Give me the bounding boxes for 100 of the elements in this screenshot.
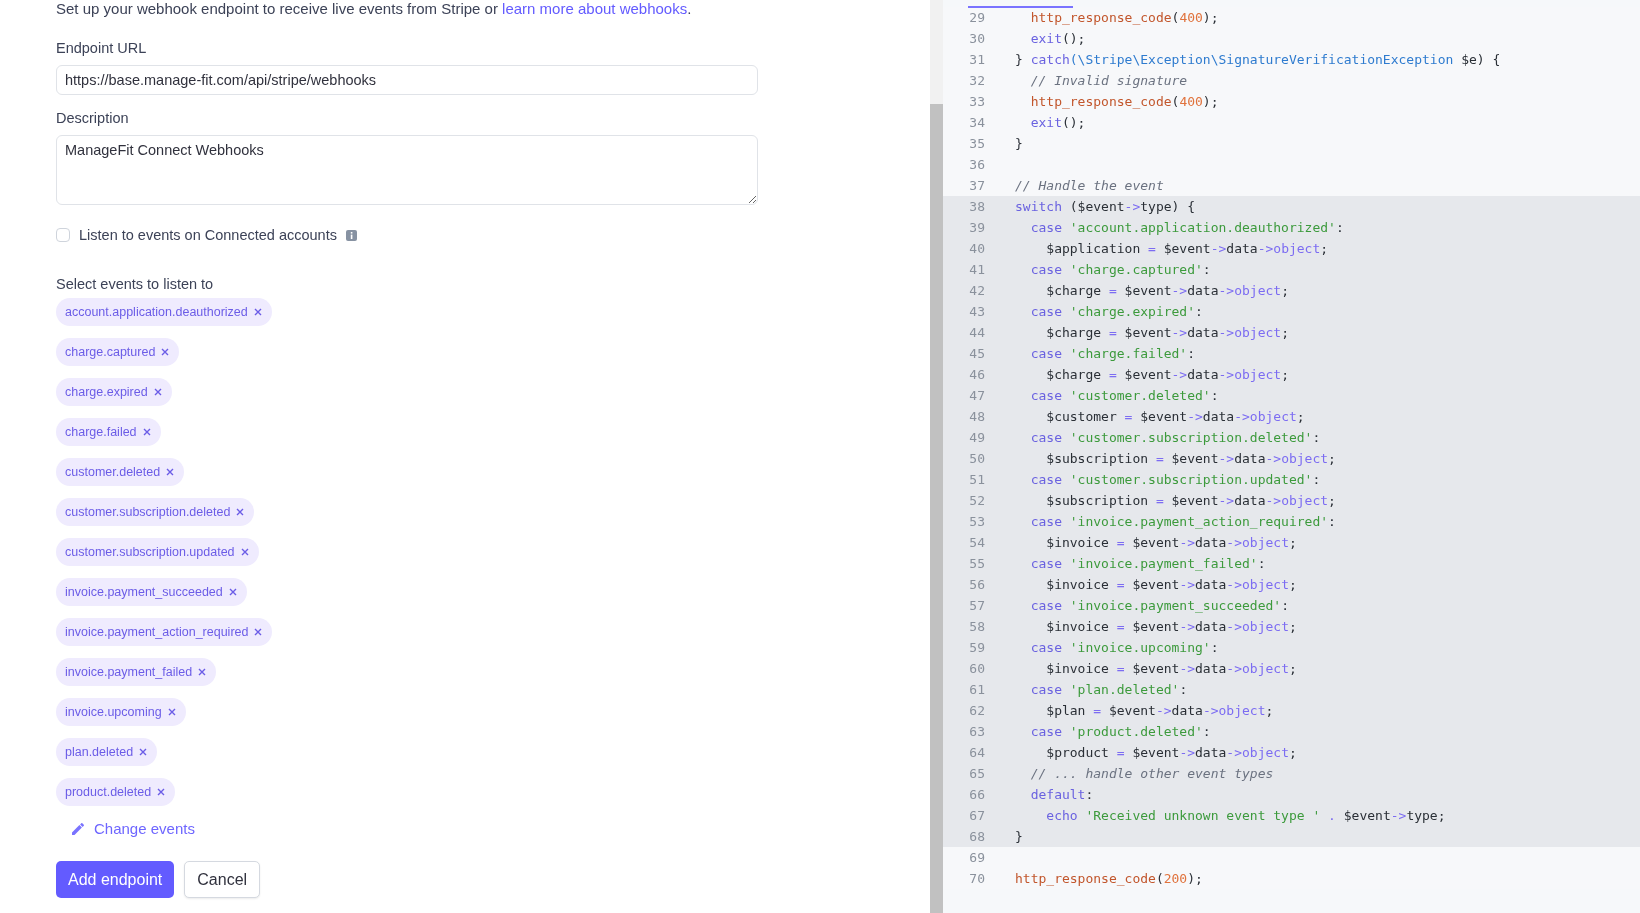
line-number: 69 <box>968 850 985 865</box>
line-number: 66 <box>968 787 985 802</box>
code-line: http_response_code(400); <box>1029 94 1219 109</box>
code-line: $product = $event->data->object; <box>1045 745 1297 760</box>
code-line: case 'charge.captured': <box>1029 262 1211 277</box>
close-icon[interactable] <box>161 348 170 356</box>
description-field[interactable]: ManageFit Connect Webhooks <box>56 135 758 205</box>
line-number: 42 <box>968 283 985 298</box>
code-line: $plan = $event->data->object; <box>1045 703 1274 718</box>
intro-text: Set up your webhook endpoint to receive live events from Stripe or learn more about webhooks. <box>56 0 693 18</box>
line-number: 63 <box>968 724 985 739</box>
field-label: Description <box>56 110 130 127</box>
code-line: case 'account.application.deauthorized': <box>1029 220 1344 235</box>
line-number: 38 <box>968 199 985 214</box>
line-number: 67 <box>968 808 985 823</box>
close-icon[interactable] <box>236 508 245 516</box>
close-icon[interactable] <box>153 388 162 396</box>
code-line: // ... handle other event types <box>1029 766 1274 781</box>
line-number: 39 <box>968 220 985 235</box>
event-tag: customer.subscription.deleted <box>56 498 255 526</box>
line-number: 45 <box>968 346 985 361</box>
line-number: 29 <box>968 10 985 25</box>
line-number: 64 <box>968 745 985 760</box>
event-tag: customer.subscription.updated <box>56 538 259 566</box>
event-tag: charge.captured <box>56 338 180 366</box>
change-events-link[interactable]: Change events <box>94 820 195 837</box>
event-tag: charge.expired <box>56 378 172 406</box>
line-number: 54 <box>968 535 985 550</box>
code-line: switch ($event->type) { <box>1015 199 1196 214</box>
line-number: 56 <box>968 577 985 592</box>
close-icon[interactable] <box>254 628 263 636</box>
line-number: 59 <box>968 640 985 655</box>
close-icon[interactable] <box>240 548 249 556</box>
code-line: case 'charge.expired': <box>1029 304 1203 319</box>
code-line: } <box>1015 136 1023 151</box>
code-line: $invoice = $event->data->object; <box>1045 535 1297 550</box>
event-tag: invoice.payment_succeeded <box>56 578 247 606</box>
line-number: 61 <box>968 682 985 697</box>
checkbox-label: Listen to events on Connected accounts <box>79 227 337 243</box>
line-number: 60 <box>968 661 985 676</box>
code-line: } catch(\Stripe\Exception\SignatureVerificationException $e) { <box>1015 52 1501 67</box>
line-number: 68 <box>968 829 985 844</box>
code-line: $customer = $event->data->object; <box>1045 409 1305 424</box>
line-number: 70 <box>968 871 985 886</box>
line-number: 35 <box>968 136 985 151</box>
close-icon[interactable] <box>142 428 151 436</box>
line-number: 41 <box>968 262 985 277</box>
info-icon <box>345 229 357 241</box>
line-number: 30 <box>968 31 985 46</box>
code-line: exit(); <box>1029 31 1086 46</box>
code-line: case 'customer.subscription.deleted': <box>1029 430 1321 445</box>
event-tag: invoice.payment_failed <box>56 658 217 686</box>
line-number: 31 <box>968 52 985 67</box>
code-line: $charge = $event->data->object; <box>1045 325 1289 340</box>
event-tag: plan.deleted <box>56 738 158 766</box>
line-number: 48 <box>968 409 985 424</box>
event-tag: invoice.upcoming <box>56 698 186 726</box>
line-number: 50 <box>968 451 985 466</box>
line-number: 34 <box>968 115 985 130</box>
add-endpoint-button[interactable]: Add endpoint <box>56 861 175 898</box>
close-icon[interactable] <box>198 668 207 676</box>
close-icon[interactable] <box>139 748 148 756</box>
close-icon[interactable] <box>167 708 176 716</box>
url-input-field[interactable]: https://base.manage-fit.com/api/stripe/webhooks <box>56 65 758 95</box>
code-line: $invoice = $event->data->object; <box>1045 577 1297 592</box>
close-icon[interactable] <box>157 788 166 796</box>
line-number: 43 <box>968 304 985 319</box>
checkbox[interactable] <box>56 228 70 242</box>
code-line: $application = $event->data->object; <box>1045 241 1329 256</box>
code-line: case 'customer.subscription.updated': <box>1029 472 1321 487</box>
code-line: // Handle the event <box>1015 178 1164 193</box>
code-line: } <box>1015 829 1023 844</box>
code-line: case 'product.deleted': <box>1029 724 1211 739</box>
close-icon[interactable] <box>253 308 262 316</box>
event-tag: account.application.deauthorized <box>56 298 272 326</box>
event-tag: product.deleted <box>56 778 176 806</box>
line-number: 37 <box>968 178 985 193</box>
line-number: 51 <box>968 472 985 487</box>
code-line: case 'customer.deleted': <box>1029 388 1219 403</box>
code-line: default: <box>1029 787 1094 802</box>
code-line: case 'plan.deleted': <box>1029 682 1188 697</box>
code-line: echo 'Received unknown event type ' . $event->type; <box>1045 808 1446 823</box>
code-line: exit(); <box>1029 115 1086 130</box>
close-icon[interactable] <box>228 588 237 596</box>
line-number: 53 <box>968 514 985 529</box>
code-line: // Invalid signature <box>1029 73 1188 88</box>
code-line: http_response_code(200); <box>1015 871 1203 886</box>
line-number: 52 <box>968 493 985 508</box>
close-icon[interactable] <box>166 468 175 476</box>
code-line: $subscription = $event->data->object; <box>1045 493 1336 508</box>
field-label: Endpoint URL <box>56 40 148 57</box>
section-label: Select events to listen to <box>56 276 215 293</box>
line-number: 46 <box>968 367 985 382</box>
code-line: case 'charge.failed': <box>1029 346 1196 361</box>
line-number: 32 <box>968 73 985 88</box>
cancel-button[interactable]: Cancel <box>184 861 261 898</box>
line-number: 33 <box>968 94 985 109</box>
line-number: 44 <box>968 325 985 340</box>
line-number: 65 <box>968 766 985 781</box>
line-number: 47 <box>968 388 985 403</box>
